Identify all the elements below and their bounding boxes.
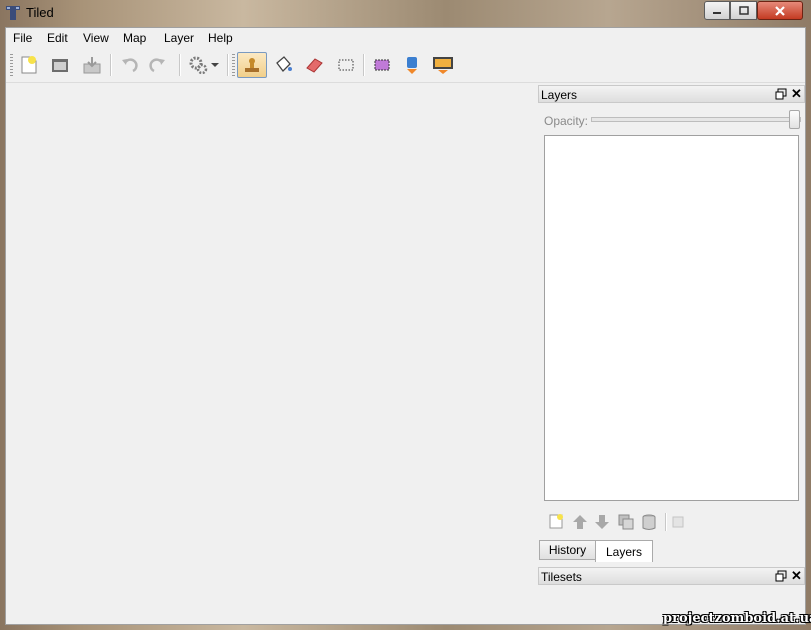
commands-button[interactable] xyxy=(186,53,210,77)
close-dock-icon[interactable]: ✕ xyxy=(791,86,802,102)
tilesets-dock-header[interactable]: Tilesets ✕ xyxy=(538,567,805,585)
menu-bar: File Edit View Map Layer Help xyxy=(6,28,805,48)
raise-layer-button[interactable] xyxy=(570,512,590,532)
duplicate-layer-button[interactable] xyxy=(616,512,636,532)
save-button[interactable] xyxy=(80,53,104,77)
toolbar-separator xyxy=(110,54,112,76)
toolbar-separator xyxy=(665,513,667,531)
eraser-icon xyxy=(306,58,323,73)
new-layer-icon xyxy=(549,514,563,529)
menu-view[interactable]: View xyxy=(83,31,109,45)
delete-layer-button[interactable] xyxy=(639,512,659,532)
float-dock-icon[interactable] xyxy=(775,88,787,100)
toolbar-separator xyxy=(179,54,181,76)
new-layer-button[interactable] xyxy=(547,512,567,532)
commands-icon xyxy=(189,56,208,75)
toolbar-grip[interactable] xyxy=(232,54,235,76)
commands-dropdown[interactable] xyxy=(209,53,221,77)
opacity-slider-handle[interactable] xyxy=(789,110,800,129)
toolbar-separator xyxy=(363,54,365,76)
arrow-up-icon xyxy=(573,515,587,529)
layer-list[interactable] xyxy=(544,135,799,501)
stamp-brush-icon xyxy=(245,58,259,72)
title-bar[interactable]: Tiled xyxy=(0,0,811,27)
minimize-icon xyxy=(713,11,721,14)
stamp-layer-button[interactable] xyxy=(400,53,424,77)
menu-file[interactable]: File xyxy=(13,31,32,45)
stamp-brush-button[interactable] xyxy=(237,52,267,78)
rect-select-icon xyxy=(338,59,354,71)
window-title: Tiled xyxy=(26,5,54,20)
chevron-down-icon xyxy=(211,63,219,67)
tilesets-dock-title: Tilesets xyxy=(541,570,582,584)
map-editor-area[interactable] xyxy=(6,83,537,623)
redo-icon xyxy=(149,58,165,73)
open-file-icon xyxy=(52,59,68,72)
maximize-button[interactable] xyxy=(730,1,757,20)
menu-layer[interactable]: Layer xyxy=(164,31,194,45)
eraser-button[interactable] xyxy=(302,53,326,77)
bucket-fill-icon xyxy=(276,56,292,72)
main-toolbar xyxy=(6,48,805,83)
close-dock-icon[interactable]: ✕ xyxy=(791,568,802,584)
duplicate-layer-icon xyxy=(618,514,634,530)
dock-tab-bar: History Layers xyxy=(539,540,801,562)
rect-select-button[interactable] xyxy=(334,53,358,77)
stamp-layer-icon xyxy=(407,57,417,74)
float-dock-icon[interactable] xyxy=(775,570,787,582)
select-same-tile-button[interactable] xyxy=(370,53,394,77)
properties-icon xyxy=(672,516,684,528)
opacity-slider[interactable] xyxy=(591,117,801,122)
close-button[interactable] xyxy=(757,1,803,20)
maximize-icon xyxy=(738,5,749,15)
undo-icon xyxy=(122,58,138,73)
layer-properties-button[interactable] xyxy=(668,512,688,532)
menu-help[interactable]: Help xyxy=(208,31,233,45)
image-layer-icon xyxy=(433,57,453,74)
tab-layers[interactable]: Layers xyxy=(595,540,653,562)
open-file-button[interactable] xyxy=(48,53,72,77)
close-icon xyxy=(775,5,785,16)
minimize-button[interactable] xyxy=(704,1,730,20)
menu-edit[interactable]: Edit xyxy=(47,31,68,45)
menu-map[interactable]: Map xyxy=(123,31,146,45)
select-same-tile-icon xyxy=(374,59,390,71)
toolbar-grip[interactable] xyxy=(10,54,13,76)
lower-layer-button[interactable] xyxy=(592,512,612,532)
new-file-icon xyxy=(21,56,37,74)
bucket-fill-button[interactable] xyxy=(271,53,295,77)
layers-dock-title: Layers xyxy=(541,88,578,102)
tiled-app-icon xyxy=(5,5,21,21)
toolbar-separator xyxy=(227,54,229,76)
redo-button[interactable] xyxy=(146,53,170,77)
layers-dock-header[interactable]: Layers ✕ xyxy=(538,85,805,103)
trash-icon xyxy=(642,514,656,530)
opacity-label: Opacity: xyxy=(544,114,589,128)
save-icon xyxy=(83,57,101,74)
layer-tools-bar xyxy=(540,507,801,537)
tab-history[interactable]: History xyxy=(539,540,596,560)
undo-button[interactable] xyxy=(117,53,141,77)
image-layer-button[interactable] xyxy=(431,53,455,77)
arrow-down-icon xyxy=(595,515,609,529)
watermark-text: projectzomboid.at.ua xyxy=(663,611,811,626)
new-file-button[interactable] xyxy=(17,53,41,77)
